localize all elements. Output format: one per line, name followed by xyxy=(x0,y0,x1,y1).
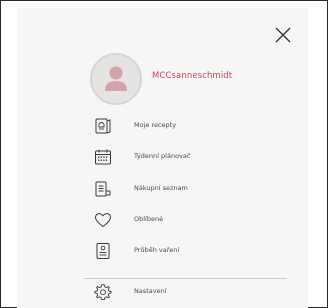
menu-item-shopping-list[interactable]: Nákupní seznam xyxy=(94,180,294,200)
menu-item-weekly-planner[interactable]: Týdenní plánovač xyxy=(94,148,294,168)
menu-item-settings[interactable]: Nastavení xyxy=(94,283,294,303)
close-icon xyxy=(275,27,291,43)
user-icon xyxy=(105,66,127,91)
gear-icon xyxy=(94,283,112,301)
menu-label-cooking-progress: Průběh vaření xyxy=(134,246,180,254)
menu-label-weekly-planner: Týdenní plánovač xyxy=(134,152,191,160)
menu-item-favorites[interactable]: Oblíbené xyxy=(94,211,294,231)
menu-divider xyxy=(84,278,287,279)
side-menu-panel: MCCsanneschmidt Moje recepty Týdenní plá… xyxy=(17,8,308,308)
cooking-progress-icon xyxy=(94,242,112,260)
close-button[interactable] xyxy=(273,25,293,45)
avatar[interactable] xyxy=(90,53,142,105)
menu-item-my-recipes[interactable]: Moje recepty xyxy=(94,117,294,137)
menu-item-cooking-progress[interactable]: Průběh vaření xyxy=(94,242,294,262)
heart-icon xyxy=(94,211,112,229)
recipe-book-icon xyxy=(94,117,112,135)
calendar-icon xyxy=(94,148,112,166)
menu-label-favorites: Oblíbené xyxy=(134,215,164,223)
shopping-list-icon xyxy=(94,180,112,198)
menu-label-shopping-list: Nákupní seznam xyxy=(134,184,188,192)
menu-label-my-recipes: Moje recepty xyxy=(134,121,177,129)
menu-label-settings: Nastavení xyxy=(134,287,167,295)
username[interactable]: MCCsanneschmidt xyxy=(152,71,232,81)
